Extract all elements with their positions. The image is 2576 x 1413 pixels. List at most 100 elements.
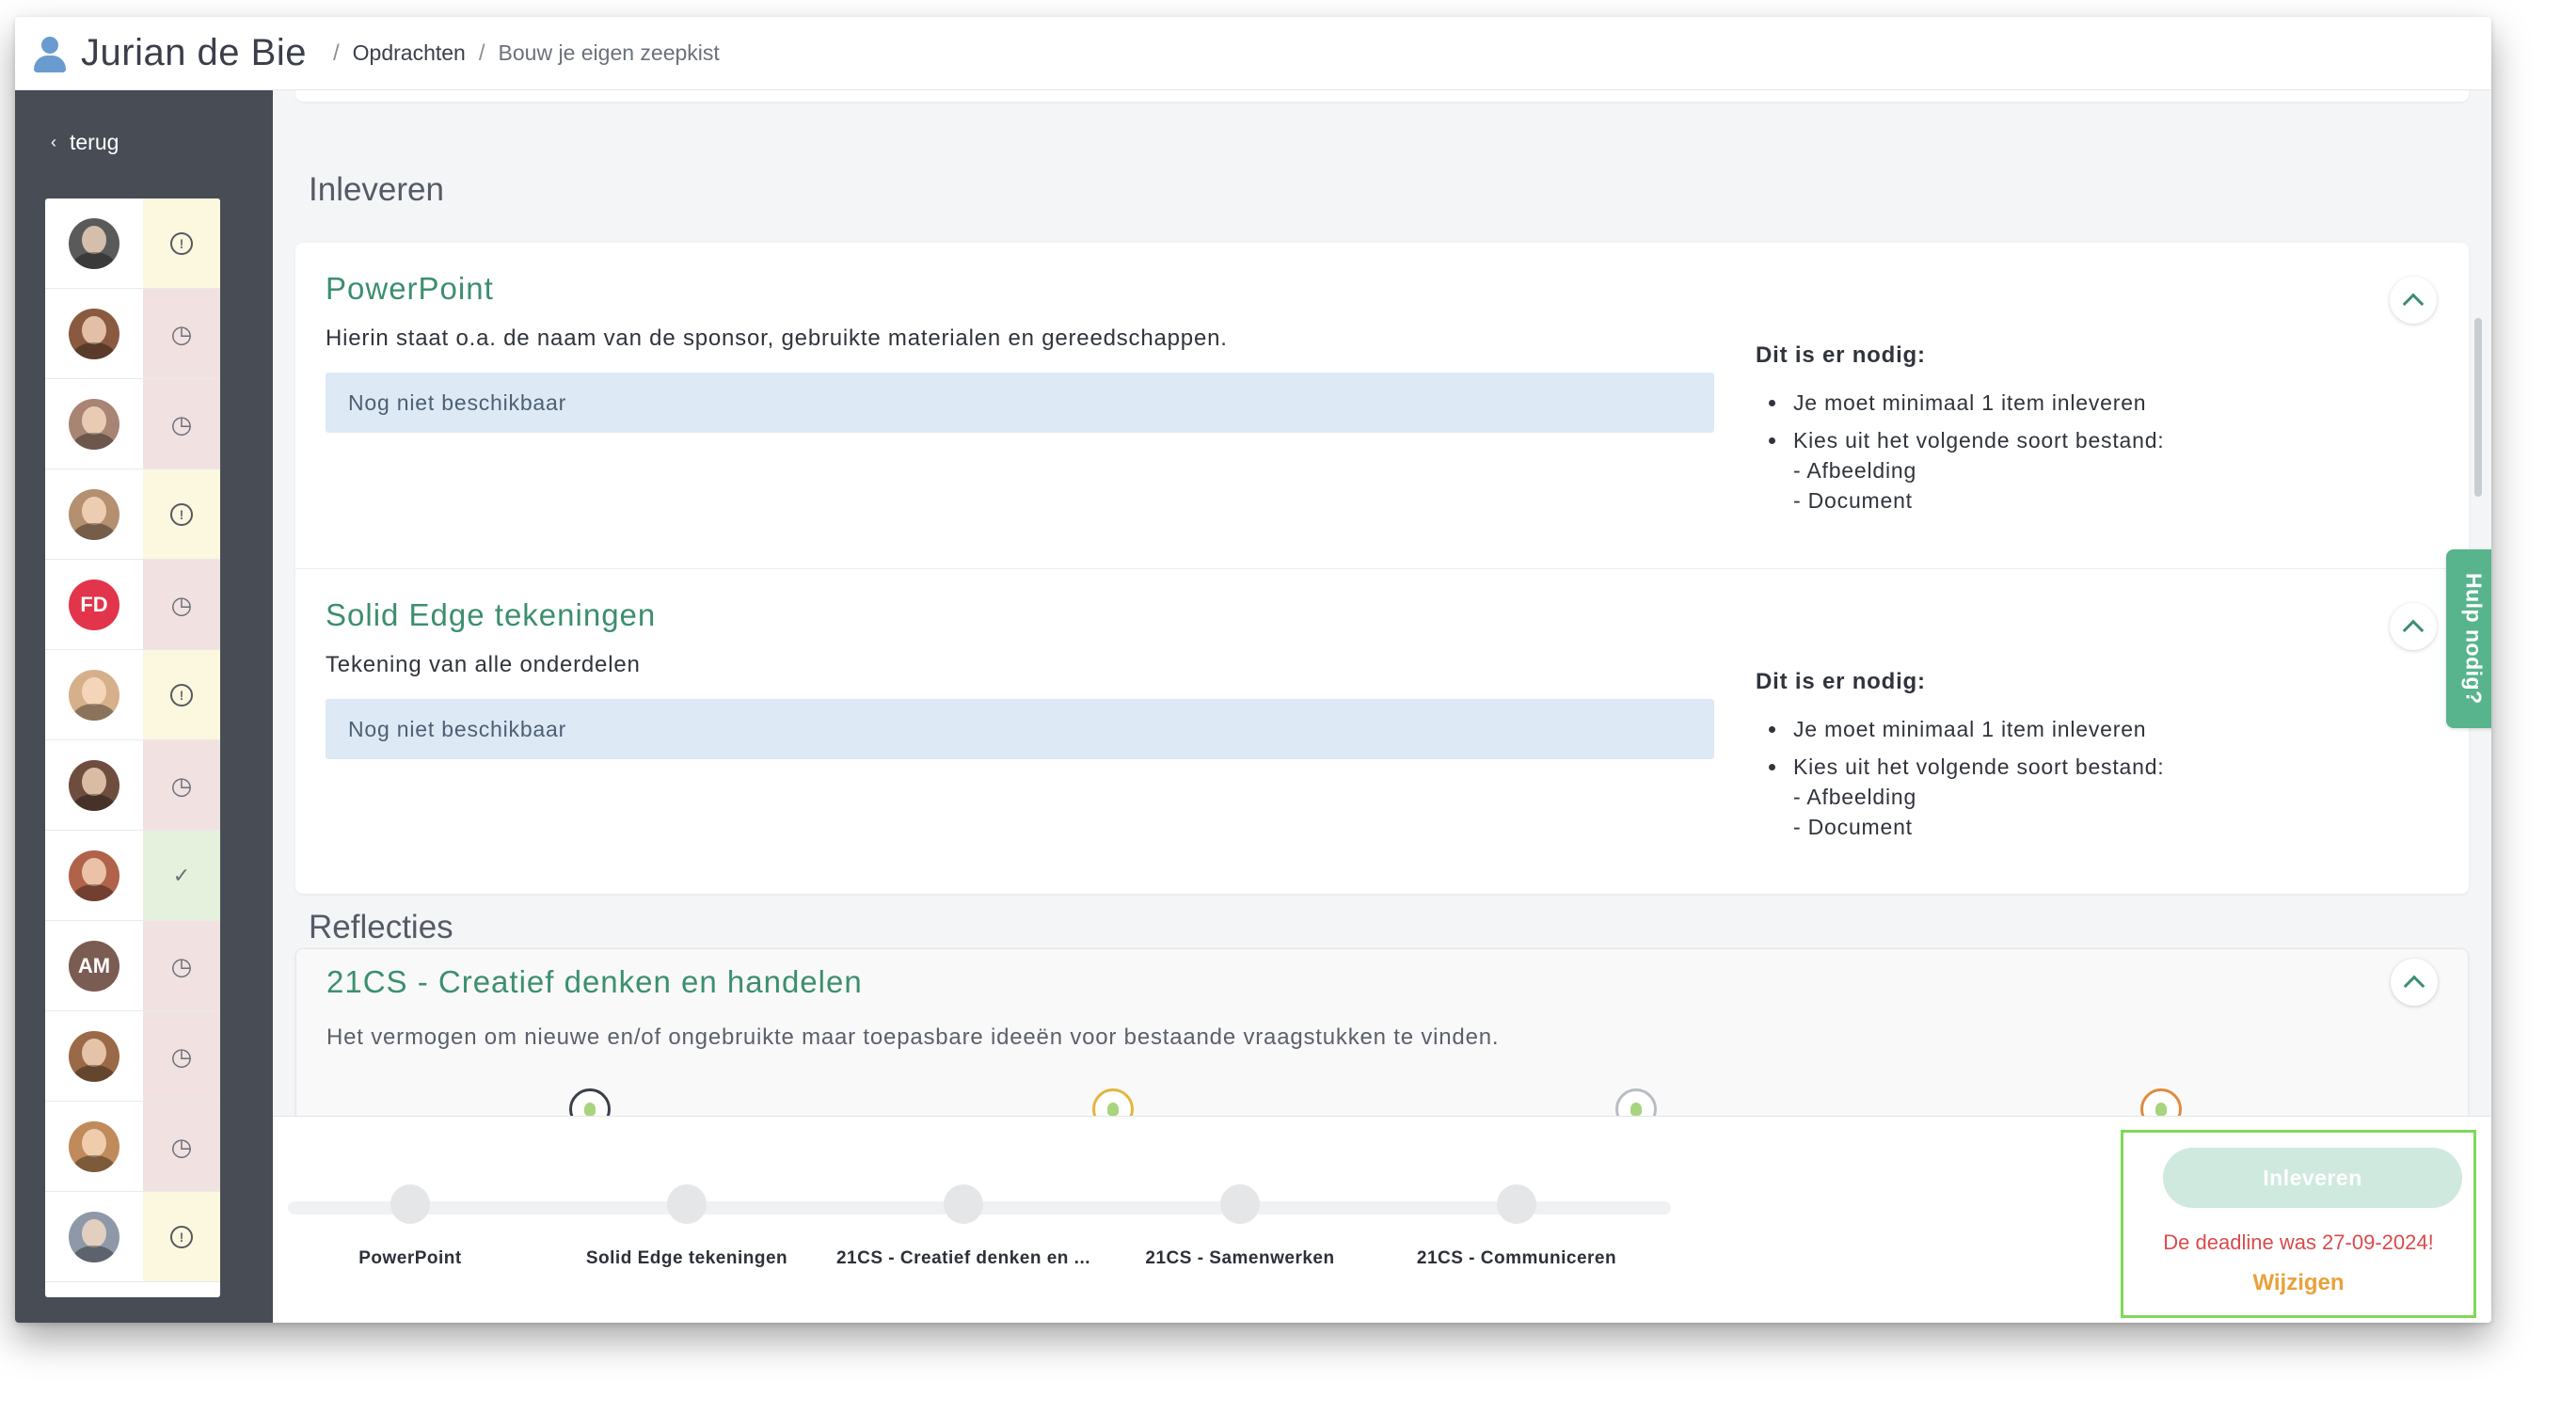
lightbulb-icon — [584, 1103, 596, 1116]
alert-icon: ! — [170, 502, 193, 526]
clock-icon: ◷ — [170, 319, 193, 348]
check-icon: ✓ — [172, 863, 191, 887]
chevron-up-icon — [2403, 975, 2425, 997]
student-row[interactable]: ◷ — [45, 740, 220, 831]
avatar-cell — [45, 198, 143, 288]
submit-button[interactable]: Inleveren — [2163, 1148, 2462, 1208]
breadcrumb-separator: / — [332, 40, 340, 66]
student-row[interactable]: ◷ — [45, 379, 220, 469]
avatar — [69, 1030, 119, 1082]
collapse-button[interactable] — [2391, 959, 2438, 1006]
section-title-inleveren: Inleveren — [309, 171, 444, 208]
student-row[interactable]: ✓ — [45, 831, 220, 921]
progress-step-dot[interactable] — [667, 1184, 707, 1224]
back-link[interactable]: ‹ terug — [51, 130, 119, 155]
progress-step-label[interactable]: 21CS - Samenwerken — [1080, 1248, 1400, 1269]
status-cell: ◷ — [143, 921, 220, 1010]
avatar-cell — [45, 1192, 143, 1281]
status-cell: ◷ — [143, 379, 220, 468]
avatar-cell — [45, 469, 143, 559]
alert-icon: ! — [170, 231, 193, 255]
back-label: terug — [70, 130, 119, 154]
avatar-cell — [45, 831, 143, 920]
requirement-min-items: Je moet minimaal 1 item inleveren — [1756, 388, 2165, 418]
progress-step-label[interactable]: 21CS - Communiceren — [1357, 1248, 1677, 1269]
help-tab[interactable]: Hulp nodig? — [2446, 549, 2491, 728]
clock-icon: ◷ — [170, 770, 193, 800]
status-cell: ◷ — [143, 740, 220, 830]
clock-icon: ◷ — [170, 1132, 193, 1161]
student-row[interactable]: AM ◷ — [45, 921, 220, 1011]
lightbulb-icon — [1630, 1103, 1642, 1116]
assignment-description: Tekening van alle onderdelen — [326, 652, 641, 677]
student-row[interactable]: ◷ — [45, 1102, 220, 1192]
collapse-button[interactable] — [2390, 277, 2437, 324]
clock-icon: ◷ — [170, 590, 193, 619]
avatar — [69, 849, 119, 901]
reflection-description: Het vermogen om nieuwe en/of ongebruikte… — [326, 1024, 1500, 1050]
progress-step-label[interactable]: 21CS - Creatief denken en ... — [803, 1248, 1123, 1269]
progress-step-dot[interactable] — [1497, 1184, 1536, 1224]
status-cell: ! — [143, 1192, 220, 1281]
previous-card-edge — [295, 90, 2469, 102]
student-row[interactable]: ! — [45, 198, 220, 289]
assignment-solid-edge: Solid Edge tekeningen Tekening van alle … — [295, 568, 2469, 894]
lightbulb-icon — [1107, 1103, 1119, 1116]
student-sidebar: ‹ terug ! ◷ ◷! FD ◷! ◷ ✓ AM ◷ ◷ ◷! — [15, 90, 273, 1323]
student-row[interactable]: ! — [45, 1192, 220, 1282]
requirements-list: Je moet minimaal 1 item inleveren Kies u… — [1756, 388, 2165, 516]
breadcrumb-separator: / — [478, 40, 485, 66]
avatar — [69, 308, 119, 359]
clock-icon: ◷ — [170, 409, 193, 438]
requirement-file-types: Kies uit het volgende soort bestand: — [1756, 425, 2165, 455]
availability-box: Nog niet beschikbaar — [326, 699, 1714, 759]
reflection-card: 21CS - Creatief denken en handelen Het v… — [295, 948, 2469, 1136]
avatar — [69, 1120, 119, 1172]
requirements-list: Je moet minimaal 1 item inleveren Kies u… — [1756, 714, 2165, 842]
progress-step-label[interactable]: PowerPoint — [250, 1248, 570, 1269]
progress-step-dot[interactable] — [944, 1184, 983, 1224]
student-row[interactable]: FD ◷ — [45, 560, 220, 650]
progress-step-dot[interactable] — [390, 1184, 430, 1224]
avatar-cell — [45, 379, 143, 468]
assignment-title: Solid Edge tekeningen — [326, 597, 657, 632]
student-row[interactable]: ◷ — [45, 1011, 220, 1102]
avatar-cell: FD — [45, 560, 143, 649]
avatar-cell — [45, 740, 143, 830]
status-cell: ◷ — [143, 1011, 220, 1101]
avatar — [69, 759, 119, 811]
file-type-afbeelding: - Afbeelding — [1793, 785, 1917, 809]
student-row[interactable]: ! — [45, 650, 220, 740]
breadcrumb-current: Bouw je eigen zeepkist — [498, 40, 720, 65]
avatar-cell: AM — [45, 921, 143, 1010]
chevron-up-icon — [2402, 293, 2425, 315]
clock-icon: ◷ — [170, 951, 193, 980]
progress-step-dot[interactable] — [1220, 1184, 1260, 1224]
app-window: Jurian de Bie / Opdrachten / Bouw je eig… — [15, 17, 2491, 1323]
scrollbar[interactable] — [2474, 318, 2482, 497]
user-icon — [32, 35, 68, 72]
change-deadline-link[interactable]: Wijzigen — [2123, 1270, 2473, 1296]
collapse-button[interactable] — [2390, 603, 2437, 650]
chevron-up-icon — [2402, 619, 2425, 642]
requirement-min-items: Je moet minimaal 1 item inleveren — [1756, 714, 2165, 744]
file-type-document: - Document — [1793, 488, 1913, 513]
status-cell: ◷ — [143, 560, 220, 649]
student-row[interactable]: ! — [45, 469, 220, 560]
alert-icon: ! — [170, 1225, 193, 1248]
section-title-reflecties: Reflecties — [309, 909, 453, 945]
clock-icon: ◷ — [170, 1041, 193, 1071]
breadcrumb-opdrachten[interactable]: Opdrachten — [353, 40, 466, 66]
avatar-cell — [45, 289, 143, 378]
availability-box: Nog niet beschikbaar — [326, 373, 1714, 433]
avatar: AM — [69, 940, 119, 992]
user-name: Jurian de Bie — [81, 32, 307, 73]
reflection-title: 21CS - Creatief denken en handelen — [326, 964, 863, 999]
submit-panel: Inleveren De deadline was 27-09-2024! Wi… — [2121, 1130, 2476, 1318]
avatar — [69, 398, 119, 450]
progress-step-label[interactable]: Solid Edge tekeningen — [527, 1248, 847, 1269]
assignment-description: Hierin staat o.a. de naam van de sponsor… — [326, 325, 1228, 351]
avatar — [69, 1211, 119, 1262]
student-row[interactable]: ◷ — [45, 289, 220, 379]
avatar — [69, 669, 119, 721]
